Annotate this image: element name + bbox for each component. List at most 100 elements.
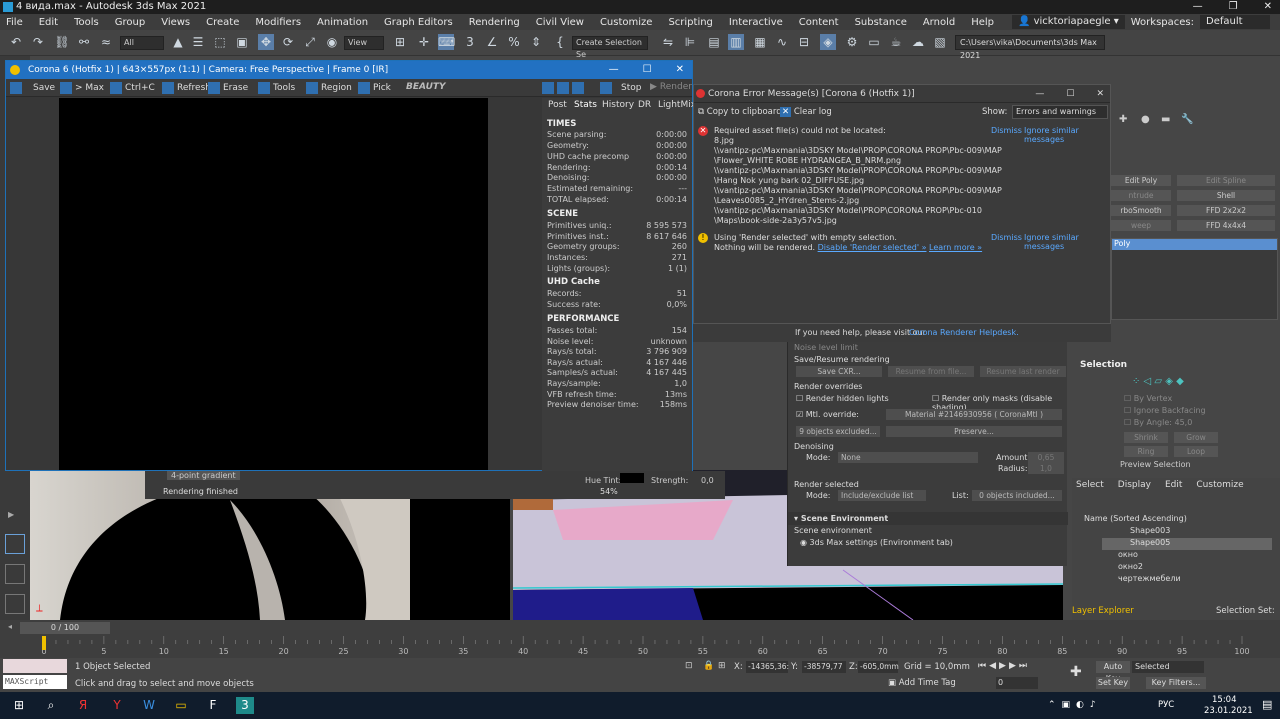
play-icon[interactable]: ▶ bbox=[8, 510, 18, 520]
error-maximize-button[interactable]: ☐ bbox=[1066, 85, 1074, 103]
modifier-edit-spline[interactable]: Edit Spline bbox=[1177, 175, 1275, 186]
spinner-snap-icon[interactable]: ⇕ bbox=[528, 34, 544, 50]
percent-snap-icon[interactable]: % bbox=[506, 34, 522, 50]
3dsmax-taskbar-icon[interactable]: 3 bbox=[236, 697, 254, 714]
menu-content[interactable]: Content bbox=[799, 17, 839, 28]
create-tab-icon[interactable]: ✚ bbox=[1119, 114, 1127, 125]
y-coordinate-field[interactable]: -38579,77 bbox=[802, 661, 846, 673]
vfb-tools-button[interactable]: Tools bbox=[258, 82, 295, 94]
vfb-pick-button[interactable]: Pick bbox=[358, 82, 391, 94]
render-production-icon[interactable]: ☕ bbox=[888, 34, 904, 50]
snaps-toggle-icon[interactable]: 3 bbox=[462, 34, 478, 50]
x-coordinate-field[interactable]: -14365,36: bbox=[746, 661, 789, 673]
modifier-turbosmooth[interactable]: rboSmooth bbox=[1111, 205, 1171, 216]
user-account-dropdown[interactable]: 👤 vicktoriapaegle ▾ bbox=[1011, 15, 1125, 29]
menu-file[interactable]: File bbox=[6, 17, 23, 28]
ignore-similar-link-2[interactable]: Ignore similar messages bbox=[1024, 233, 1110, 251]
modifier-stack[interactable]: Poly bbox=[1111, 238, 1278, 320]
tab-history[interactable]: History bbox=[602, 100, 634, 110]
set-key-icon[interactable]: ✚ bbox=[1070, 664, 1082, 680]
shrink-button[interactable]: Shrink bbox=[1124, 432, 1168, 443]
time-slider[interactable]: 0 / 100 bbox=[20, 622, 110, 634]
unlink-icon[interactable]: ⚯ bbox=[76, 34, 92, 50]
input-language[interactable]: РУС bbox=[1158, 700, 1174, 710]
vfb-minimize-button[interactable]: — bbox=[609, 61, 619, 79]
tab-dr[interactable]: DR bbox=[638, 100, 651, 110]
workspace-dropdown[interactable]: Default bbox=[1200, 15, 1270, 29]
minimize-button[interactable]: — bbox=[1193, 0, 1203, 14]
toggle-ribbon-icon[interactable]: ▦ bbox=[752, 34, 768, 50]
radius-field[interactable]: 1,0 bbox=[1028, 463, 1064, 474]
modify-tab-icon[interactable]: ● bbox=[1141, 114, 1150, 125]
learn-more-link[interactable]: Learn more » bbox=[929, 243, 982, 252]
selected-keys-dropdown[interactable]: Selected bbox=[1132, 661, 1204, 673]
material-editor-icon[interactable]: ◈ bbox=[820, 34, 836, 50]
align-icon[interactable]: ⊫ bbox=[682, 34, 698, 50]
toggle-scene-explorer-icon[interactable]: ▤ bbox=[706, 34, 722, 50]
modifier-ffd-2x2x2[interactable]: FFD 2x2x2 bbox=[1177, 205, 1275, 216]
angle-snap-icon[interactable]: ∠ bbox=[484, 34, 500, 50]
word-icon[interactable]: W bbox=[140, 697, 158, 714]
list-item[interactable]: окно2 bbox=[1102, 562, 1272, 574]
vfb-close-button[interactable]: ✕ bbox=[676, 61, 684, 79]
helpdesk-link[interactable]: Corona Renderer Helpdesk. bbox=[909, 328, 1019, 337]
vfb-render-button[interactable]: ▶ Render bbox=[650, 82, 692, 92]
menu-arnold[interactable]: Arnold bbox=[923, 17, 955, 28]
rotate-icon[interactable]: ⟳ bbox=[280, 34, 296, 50]
yandex-icon[interactable]: Я bbox=[74, 697, 92, 714]
key-filters-button[interactable]: Key Filters... bbox=[1146, 677, 1206, 689]
select-by-name-icon[interactable]: ☰ bbox=[190, 34, 206, 50]
reference-coord-dropdown[interactable]: View bbox=[344, 36, 384, 50]
rect-selection-icon[interactable]: ⬚ bbox=[212, 34, 228, 50]
layer-explorer-label[interactable]: Layer Explorer bbox=[1072, 606, 1134, 616]
strength-value[interactable]: 0,0 bbox=[701, 476, 714, 485]
menu-modifiers[interactable]: Modifiers bbox=[255, 17, 301, 28]
by-angle-checkbox[interactable]: ☐ By Angle: 45,0 bbox=[1124, 418, 1192, 427]
playback-controls[interactable]: ⏮◀▶▶⏭ bbox=[978, 661, 1030, 671]
menu-civil-view[interactable]: Civil View bbox=[536, 17, 584, 28]
tray-icons[interactable]: ⌃▣◐♪ bbox=[1048, 700, 1102, 710]
search-icon[interactable]: ⌕ bbox=[42, 697, 60, 714]
menu-substance[interactable]: Substance bbox=[855, 17, 907, 28]
undo-icon[interactable]: ↶ bbox=[8, 34, 24, 50]
vfb-stop-button[interactable]: Stop bbox=[600, 82, 641, 94]
scale-icon[interactable]: ⤢ bbox=[302, 34, 318, 50]
keyboard-shortcut-override-icon[interactable]: ⌨ bbox=[438, 34, 455, 50]
by-vertex-checkbox[interactable]: ☐ By Vertex bbox=[1124, 394, 1172, 403]
bind-space-warp-icon[interactable]: ≈ bbox=[98, 34, 114, 50]
subobject-icons[interactable]: ⁘ ◁ ▱ ◈ ◆ bbox=[1132, 376, 1184, 387]
render-element-dropdown[interactable]: BEAUTY bbox=[406, 82, 446, 92]
error-close-button[interactable]: ✕ bbox=[1096, 85, 1104, 103]
grow-button[interactable]: Grow bbox=[1174, 432, 1218, 443]
placement-icon[interactable]: ◉ bbox=[324, 34, 340, 50]
project-path-field[interactable]: C:\Users\vika\Documents\3ds Max 2021 bbox=[955, 35, 1105, 60]
menu-views[interactable]: Views bbox=[161, 17, 190, 28]
sort-header[interactable]: Name (Sorted Ascending) bbox=[1084, 514, 1187, 523]
absolute-mode-icon[interactable]: ⊞ bbox=[718, 661, 726, 671]
selection-filter-dropdown[interactable]: All bbox=[120, 36, 164, 50]
mirror-icon[interactable]: ⇋ bbox=[660, 34, 676, 50]
modifier-ffd-4x4x4[interactable]: FFD 4x4x4 bbox=[1177, 220, 1275, 231]
denoise-mode-dropdown[interactable]: None bbox=[838, 452, 978, 463]
env-settings-radio[interactable]: ◉ 3ds Max settings (Environment tab) bbox=[800, 538, 953, 547]
time-cursor[interactable] bbox=[42, 636, 46, 650]
curve-editor-icon[interactable]: ∿ bbox=[774, 34, 790, 50]
lock-selection-icon[interactable]: 🔒 bbox=[703, 661, 714, 671]
vfb-to-max-button[interactable]: > Max bbox=[60, 82, 104, 94]
vfb-save-button[interactable]: Save bbox=[10, 82, 55, 94]
menu-edit[interactable]: Edit bbox=[39, 17, 58, 28]
select-manipulate-icon[interactable]: ✛ bbox=[416, 34, 432, 50]
tab-stats[interactable]: Stats bbox=[574, 100, 597, 110]
viewport-layout-2-icon[interactable] bbox=[5, 564, 25, 584]
render-setup-icon[interactable]: ⚙ bbox=[844, 34, 860, 50]
copy-clipboard-button[interactable]: ⧉ Copy to clipboard bbox=[698, 107, 782, 117]
menu-scripting[interactable]: Scripting bbox=[668, 17, 712, 28]
mtl-override-checkbox[interactable]: ☑ Mtl. override: bbox=[796, 410, 859, 419]
redo-icon[interactable]: ↷ bbox=[30, 34, 46, 50]
render-selected-mode-dropdown[interactable]: Include/exclude list bbox=[838, 490, 926, 501]
explorer-tab-edit[interactable]: Edit bbox=[1165, 480, 1182, 490]
ignore-backfacing-checkbox[interactable]: ☐ Ignore Backfacing bbox=[1124, 406, 1206, 415]
maxscript-mini-listener[interactable]: MAXScript Mi: bbox=[3, 675, 67, 700]
zoom-level[interactable]: 54% bbox=[600, 487, 618, 496]
menu-create[interactable]: Create bbox=[206, 17, 239, 28]
